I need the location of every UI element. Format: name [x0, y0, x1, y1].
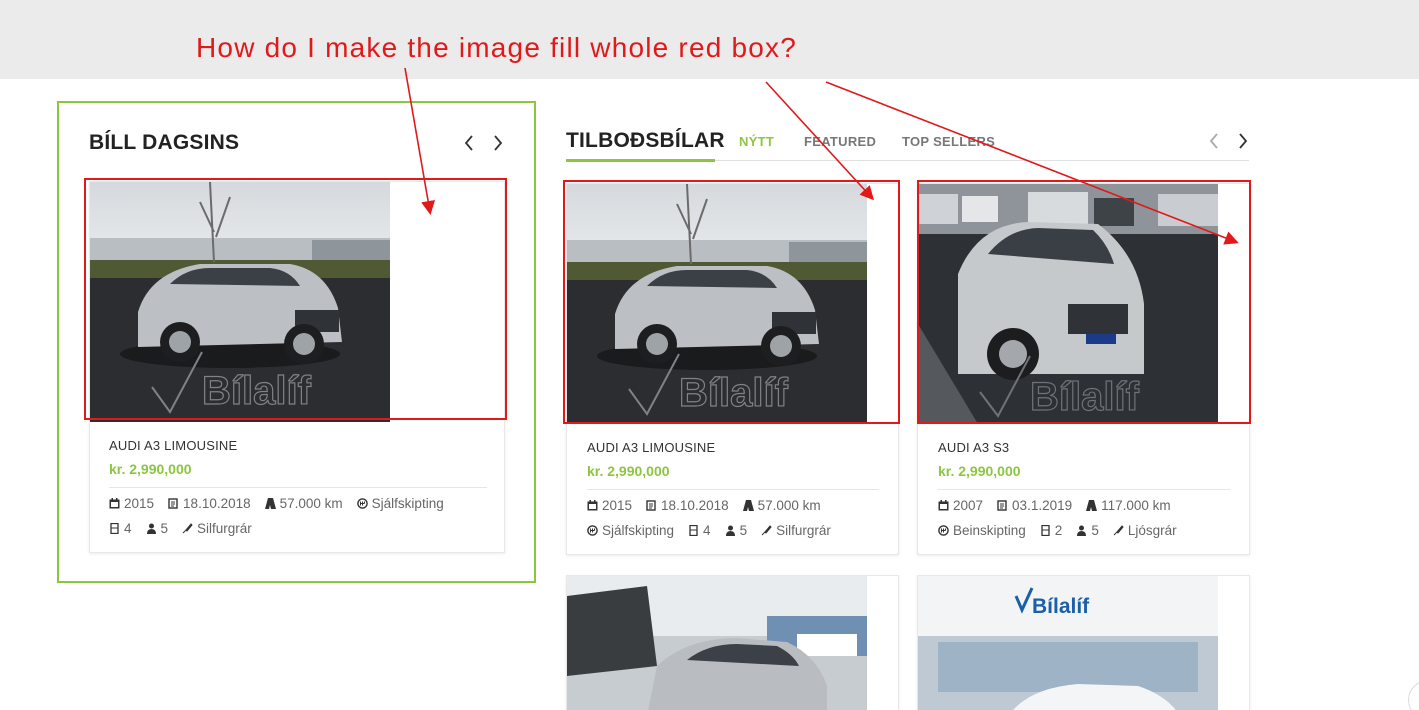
car-photo-dealership[interactable]: Bílalíf — [918, 576, 1218, 710]
registration-icon — [168, 498, 178, 509]
annotation-red-box-offer-2 — [917, 180, 1251, 424]
card-divider — [938, 489, 1230, 490]
scroll-to-top-button[interactable] — [1408, 680, 1419, 710]
door-icon — [1041, 525, 1050, 536]
road-icon — [1086, 500, 1098, 511]
person-icon — [146, 523, 156, 534]
spec-transmission: Sjálfskipting — [356, 496, 444, 511]
offer-card-4[interactable]: Bílalíf — [917, 575, 1250, 710]
offers-title-underline — [566, 159, 715, 162]
annotation-question: How do I make the image fill whole red b… — [196, 32, 797, 63]
spec-row-1: 2015 18.10.2018 57.000 km — [587, 498, 821, 513]
transmission-icon — [938, 525, 949, 536]
spec-row-2: 4 5 Silfurgrár — [109, 521, 252, 536]
car-name[interactable]: AUDI A3 LIMOUSINE — [587, 440, 715, 455]
featured-prev-button[interactable] — [460, 132, 478, 154]
spec-color: Ljósgrár — [1113, 523, 1177, 538]
tab-new[interactable]: NÝTT — [739, 134, 774, 149]
tab-featured[interactable]: FEATURED — [804, 134, 876, 149]
calendar-icon — [109, 498, 120, 509]
spec-registration: 18.10.2018 — [168, 496, 251, 511]
spec-row-1: 2015 18.10.2018 57.000 km Sjálfskipting — [109, 496, 444, 511]
spec-year: 2015 — [109, 496, 154, 511]
transmission-icon — [356, 498, 368, 509]
color-icon — [761, 525, 772, 536]
card-divider — [587, 489, 879, 490]
tab-top-sellers[interactable]: TOP SELLERS — [902, 134, 995, 149]
color-icon — [182, 523, 193, 534]
spec-doors: 4 — [688, 523, 711, 538]
featured-car-title: BÍLL DAGSINS — [89, 131, 240, 154]
road-icon — [742, 500, 754, 511]
dealership-sign: Bílalíf — [1032, 595, 1090, 618]
chevron-right-icon — [1239, 133, 1248, 149]
door-icon — [689, 525, 698, 536]
spec-year: 2007 — [938, 498, 983, 513]
spec-color: Silfurgrár — [761, 523, 831, 538]
spec-transmission: Beinskipting — [938, 523, 1026, 538]
spec-seats: 5 — [725, 523, 747, 538]
road-icon — [264, 498, 276, 509]
offers-tabs-divider — [715, 160, 1249, 161]
spec-seats: 5 — [1076, 523, 1099, 538]
car-price: kr. 2,990,000 — [938, 463, 1021, 479]
featured-next-button[interactable] — [489, 132, 507, 154]
spec-seats: 5 — [146, 521, 168, 536]
spec-mileage: 57.000 km — [742, 498, 821, 513]
annotation-red-box-offer-1 — [563, 180, 900, 424]
spec-mileage: 57.000 km — [264, 496, 343, 511]
spec-doors: 4 — [109, 521, 132, 536]
spec-color: Silfurgrár — [182, 521, 252, 536]
spec-row-2: Beinskipting 2 5 Ljósgrár — [938, 523, 1177, 538]
spec-year: 2015 — [587, 498, 632, 513]
offers-title: TILBOÐSBÍLAR — [566, 129, 725, 152]
registration-icon — [997, 500, 1007, 511]
person-icon — [1077, 525, 1087, 536]
color-icon — [1113, 525, 1124, 536]
chevron-right-icon — [494, 135, 503, 151]
door-icon — [110, 523, 119, 534]
calendar-icon — [587, 500, 598, 511]
offers-prev-button[interactable] — [1205, 130, 1223, 152]
transmission-icon — [587, 525, 598, 536]
car-name[interactable]: AUDI A3 S3 — [938, 440, 1009, 455]
spec-row-1: 2007 03.1.2019 117.000 km — [938, 498, 1171, 513]
spec-registration: 03.1.2019 — [997, 498, 1072, 513]
offer-card-3[interactable] — [566, 575, 899, 710]
car-price: kr. 2,990,000 — [109, 461, 192, 477]
card-divider — [109, 487, 487, 488]
offers-next-button[interactable] — [1234, 130, 1252, 152]
chevron-left-icon — [1209, 133, 1218, 149]
car-price: kr. 2,990,000 — [587, 463, 670, 479]
car-name[interactable]: AUDI A3 LIMOUSINE — [109, 438, 237, 453]
spec-transmission: Sjálfskipting — [587, 523, 674, 538]
spec-doors: 2 — [1040, 523, 1062, 538]
car-photo-silver-sedan[interactable] — [567, 576, 867, 710]
annotation-red-box-featured — [84, 178, 507, 420]
spec-row-2: Sjálfskipting 4 5 Silfurgrár — [587, 523, 831, 538]
chevron-left-icon — [464, 135, 473, 151]
spec-registration: 18.10.2018 — [646, 498, 729, 513]
registration-icon — [646, 500, 656, 511]
spec-mileage: 117.000 km — [1086, 498, 1171, 513]
person-icon — [725, 525, 735, 536]
calendar-icon — [938, 500, 949, 511]
